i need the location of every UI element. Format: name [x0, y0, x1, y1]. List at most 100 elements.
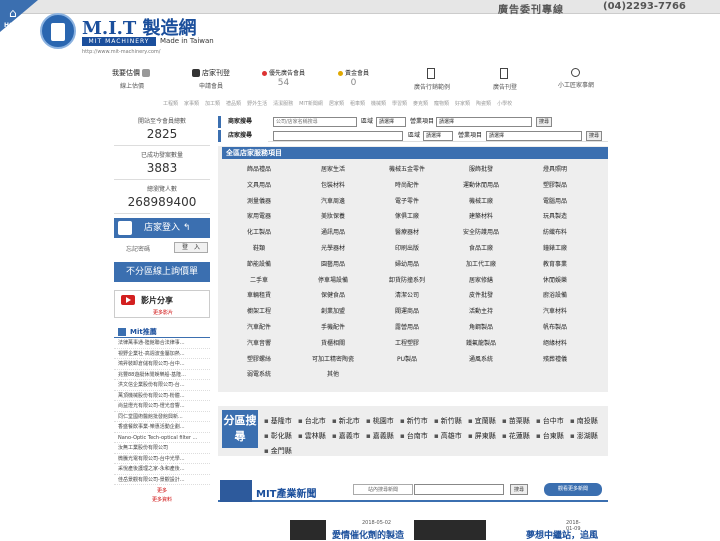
service-link[interactable]: 活動主持 [444, 306, 518, 315]
category-link[interactable]: 租車類 [350, 101, 365, 107]
login-submit-button[interactable]: 登 入 [174, 242, 208, 253]
category-link[interactable]: 清潔服務 [273, 101, 293, 107]
region-city-link[interactable]: 宜蘭縣 [468, 416, 496, 426]
service-link[interactable]: 塑膠製品 [518, 180, 592, 189]
service-link[interactable]: 塑膠螺絲 [222, 354, 296, 363]
news-search-button[interactable]: 搜尋 [510, 484, 529, 495]
service-link[interactable]: 卸貨防撞系列 [370, 275, 444, 284]
category-link[interactable]: 寵物類 [434, 101, 449, 107]
region-city-link[interactable]: 基隆市 [264, 416, 292, 426]
service-link[interactable]: 汽車音響 [222, 338, 296, 347]
nav-store-post[interactable]: 店家刊登 申請會員 [192, 68, 230, 90]
region-city-link[interactable]: 嘉義縣 [366, 431, 394, 441]
list-item[interactable]: 尚益燈光有限公司-燈光音響... [114, 401, 210, 412]
region-city-link[interactable]: 苗栗縣 [502, 416, 530, 426]
list-item[interactable]: 法律萬事通-陸館聯合法律事... [114, 338, 210, 349]
region-city-link[interactable]: 台東縣 [536, 431, 564, 441]
service-link[interactable]: 加工代工廠 [444, 259, 518, 268]
list-item[interactable]: Nano-Optic Tech-optical filter ... [114, 433, 210, 443]
nav-ad-post[interactable]: 廣告刊登 [490, 68, 520, 91]
list-item[interactable]: 香盛餐飲事業-樂惠活動企劃... [114, 422, 210, 433]
region-city-link[interactable]: 桃園市 [366, 416, 394, 426]
region-city-link[interactable]: 嘉義市 [332, 431, 360, 441]
service-link[interactable]: 鐘錶工廠 [518, 243, 592, 252]
service-link[interactable]: 電腦用品 [518, 196, 592, 205]
region-city-link[interactable]: 高雄市 [434, 431, 462, 441]
service-link[interactable]: 帆布製品 [518, 322, 592, 331]
list-item[interactable]: 微騰光電有限公司-台中光學... [114, 454, 210, 464]
nav-quote[interactable]: 我要估價 線上估價 [112, 68, 152, 90]
service-link[interactable]: 包裝材料 [296, 180, 370, 189]
nav-ad-examples[interactable]: 廣告行銷範例 [412, 68, 452, 91]
nav-priority-members[interactable]: 優先廣告會員 54 [262, 68, 305, 88]
service-link[interactable]: 車輛租賃 [222, 290, 296, 299]
service-link[interactable]: 居家修繕 [444, 275, 518, 284]
service-link[interactable]: 文具用品 [222, 180, 296, 189]
region-city-link[interactable]: 金門縣 [264, 446, 292, 456]
region-city-link[interactable]: 台中市 [536, 416, 564, 426]
service-link[interactable]: 角鋼製品 [444, 322, 518, 331]
service-link[interactable]: 教育事業 [518, 259, 592, 268]
category-link[interactable]: 陶瓷類 [476, 101, 491, 107]
list-item[interactable]: 鴻昇裝卸倉儲有限公司-台中... [114, 359, 210, 370]
service-link[interactable]: 停車場設備 [296, 275, 370, 284]
category-link[interactable]: 禮品類 [226, 101, 241, 107]
service-link[interactable]: 汽車材料 [518, 306, 592, 315]
service-link[interactable]: 通訊用品 [296, 227, 370, 236]
category-link[interactable]: 好家類 [455, 101, 470, 107]
category-link[interactable]: 工程類 [163, 101, 178, 107]
service-link[interactable]: 家用電器 [222, 211, 296, 220]
service-link[interactable]: 測量儀器 [222, 196, 296, 205]
list-item[interactable]: 萬頂機械股份有限公司-粉體... [114, 391, 210, 401]
service-link[interactable]: 貨櫃相關 [296, 338, 370, 347]
list-item[interactable]: 采悅產後護理之家-永和產後... [114, 464, 210, 475]
region-city-link[interactable]: 台南市 [400, 431, 428, 441]
service-link[interactable]: 保健食品 [296, 290, 370, 299]
service-link[interactable]: 機械五金零件 [370, 164, 444, 173]
service-link[interactable]: 通風系統 [444, 354, 518, 363]
region-city-link[interactable]: 屏東縣 [468, 431, 496, 441]
store-search-input[interactable] [273, 131, 403, 141]
category-link[interactable]: 小學校 [497, 101, 512, 107]
nav-craftsman[interactable]: 小工匠家事網 [556, 68, 596, 89]
region-city-link[interactable]: 南投縣 [570, 416, 598, 426]
service-link[interactable]: 建築材料 [444, 211, 518, 220]
news-card[interactable]: 2018-05-02 愛情催化劑的製造 [290, 520, 410, 541]
region-city-link[interactable]: 新北市 [332, 416, 360, 426]
service-link[interactable]: 鞋類 [222, 243, 296, 252]
mit-more-link[interactable]: 更多 [114, 487, 210, 494]
more-news-button[interactable]: 觀看更多新聞 [544, 483, 602, 496]
service-link[interactable]: 鐵氟龍製品 [444, 338, 518, 347]
company-search-input[interactable] [273, 117, 357, 127]
service-link[interactable]: 傢俱工廠 [370, 211, 444, 220]
service-link[interactable]: 弱電系統 [222, 369, 296, 378]
more-videos-link[interactable]: 更多影片 [153, 309, 173, 316]
region-city-link[interactable]: 新竹市 [400, 416, 428, 426]
item-select[interactable]: 請選擇 [486, 131, 582, 141]
service-link[interactable]: 安全防護用品 [444, 227, 518, 236]
video-share[interactable]: 影片分享 更多影片 [114, 290, 210, 318]
region-city-link[interactable]: 新竹縣 [434, 416, 462, 426]
home-icon[interactable]: ⌂ [9, 6, 17, 20]
service-link[interactable]: 飾品禮品 [222, 164, 296, 173]
search-button[interactable]: 搜尋 [586, 131, 603, 141]
nav-gold-members[interactable]: 黃金會員 0 [338, 68, 369, 88]
service-link[interactable]: 露營用品 [370, 322, 444, 331]
service-link[interactable]: 電子零件 [370, 196, 444, 205]
service-link[interactable]: 清潔公司 [370, 290, 444, 299]
service-link[interactable]: 汽車周邊 [296, 196, 370, 205]
mit-more-data-link[interactable]: 更多資料 [114, 496, 210, 503]
news-search-input[interactable] [414, 484, 504, 495]
service-link[interactable]: 美妝保養 [296, 211, 370, 220]
service-link[interactable]: 燈具照明 [518, 164, 592, 173]
category-link[interactable]: MIT新聞網 [299, 101, 323, 107]
region-city-link[interactable]: 台北市 [298, 416, 326, 426]
item-select[interactable]: 請選擇 [436, 117, 532, 127]
category-link[interactable]: 加工類 [205, 101, 220, 107]
service-link[interactable]: 殯葬禮儀 [518, 354, 592, 363]
service-link[interactable]: 二手車 [222, 275, 296, 284]
news-card[interactable]: 2018-01-09 夢想中繼站，追風 [414, 520, 598, 541]
service-link[interactable]: 工程塑膠 [370, 338, 444, 347]
category-link[interactable]: 麥克類 [413, 101, 428, 107]
service-link[interactable]: 節能設備 [222, 259, 296, 268]
